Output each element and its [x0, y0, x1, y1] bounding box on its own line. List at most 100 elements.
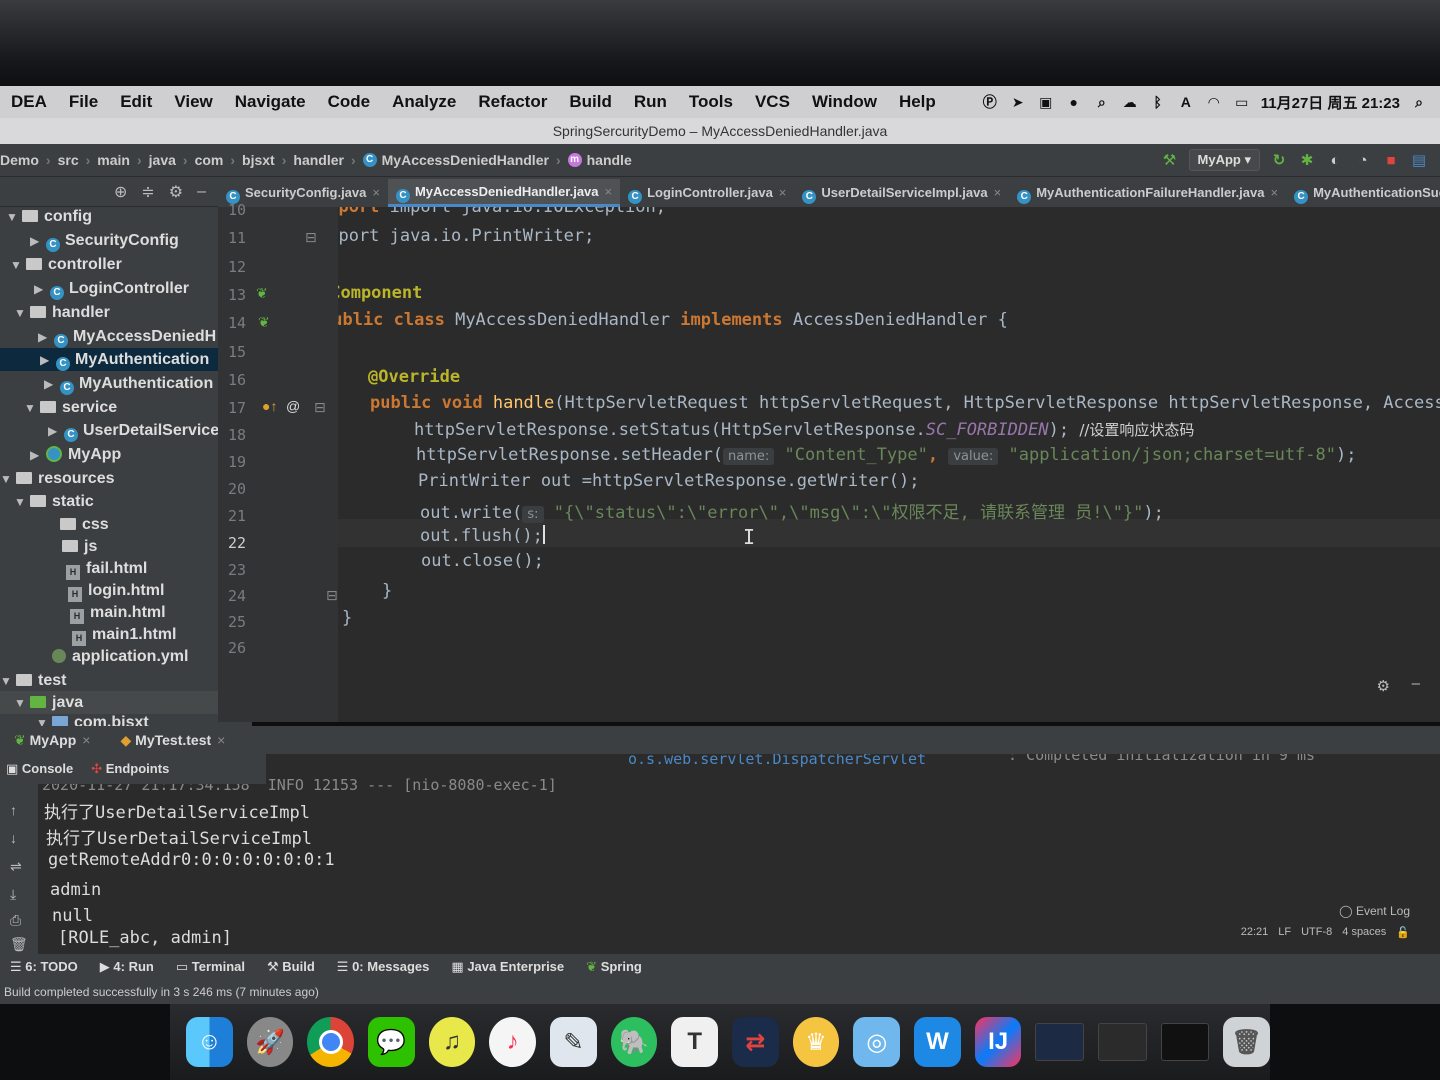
breadcrumb-main[interactable]: main [97, 152, 130, 168]
breadcrumb-src[interactable]: src [58, 152, 79, 168]
locate-icon[interactable]: ⊕ [114, 182, 127, 202]
menu-tools[interactable]: Tools [678, 92, 744, 112]
collapse-icon[interactable]: ≑ [141, 182, 154, 202]
tool-spring[interactable]: ❦ Spring [586, 959, 642, 975]
spring-bean-icon[interactable]: ❦ [256, 285, 268, 302]
code-line-11[interactable]: import java.io.PrintWriter; [338, 226, 594, 246]
tree-node-application-yml[interactable]: application.yml [52, 645, 188, 668]
cloud-icon[interactable]: ☁ [1121, 94, 1139, 110]
wifi-icon[interactable]: ◠ [1205, 94, 1223, 110]
chevron-right-icon[interactable]: ▶ [38, 326, 54, 349]
menu-run[interactable]: Run [623, 92, 678, 112]
menu-navigate[interactable]: Navigate [224, 92, 317, 112]
browser-app-icon[interactable]: ◎ [853, 1017, 901, 1067]
tree-node-userdetailservice[interactable]: ▶ C UserDetailService [48, 419, 219, 442]
chevron-down-icon[interactable]: ▼ [14, 491, 30, 514]
menu-analyze[interactable]: Analyze [381, 92, 467, 112]
chevron-down-icon[interactable]: ▼ [24, 397, 40, 420]
breadcrumb-method[interactable]: handle [587, 152, 632, 168]
run-configuration-select[interactable]: MyApp ▾ [1188, 149, 1260, 171]
indent-setting[interactable]: 4 spaces [1342, 926, 1386, 939]
tab-userdetailserviceimpl[interactable]: C UserDetailServiceImpl.java × [794, 179, 1009, 207]
tree-node-main-html[interactable]: Hmain.html [70, 601, 166, 624]
rerun-icon[interactable]: ↻ [1270, 151, 1288, 169]
tab-myauthenticationsuccess[interactable]: C MyAuthenticationSucc [1286, 179, 1440, 207]
notes-icon[interactable]: ✎ [550, 1017, 597, 1067]
console-output[interactable]: 2020-11-27 21:17:34.158 INFO 12153 --- [… [38, 754, 1440, 954]
coverage-icon[interactable]: ◐ [1326, 152, 1344, 169]
tab-myaccessdeniedhandler[interactable]: C MyAccessDeniedHandler.java × [387, 179, 621, 207]
breadcrumb-java[interactable]: java [149, 152, 176, 168]
code-line-25[interactable]: } [342, 608, 352, 628]
trash-icon[interactable]: 🗑 [10, 936, 28, 953]
window-thumbnail[interactable] [1098, 1023, 1147, 1061]
chevron-down-icon[interactable]: ▼ [14, 692, 30, 715]
chevron-right-icon[interactable]: ▶ [40, 349, 56, 372]
fold-icon[interactable]: ⊟ [314, 399, 326, 416]
run-tab-myapp[interactable]: ❦ MyApp × [14, 732, 90, 749]
tree-node-myaccessdeniedhandler[interactable]: ▶ C MyAccessDeniedH [38, 325, 216, 348]
arrow-down-icon[interactable]: ↓ [10, 830, 17, 846]
chevron-down-icon[interactable]: ▼ [0, 468, 16, 491]
tool-todo[interactable]: ☰ 6: TODO [10, 959, 78, 975]
chat-icon[interactable]: ● [1065, 94, 1083, 110]
chevron-right-icon[interactable]: ▶ [30, 230, 46, 253]
line-number[interactable]: 11 [228, 229, 268, 247]
window-thumbnail[interactable] [1035, 1023, 1085, 1061]
breadcrumb-class[interactable]: MyAccessDeniedHandler [382, 152, 549, 168]
line-number[interactable]: 21 [228, 507, 268, 525]
teamviewer-icon[interactable]: ⇄ [732, 1017, 779, 1067]
caret-position[interactable]: 22:21 [1241, 926, 1269, 939]
wechat-icon[interactable]: 💬 [368, 1017, 415, 1067]
fold-icon[interactable]: ⊟ [326, 587, 338, 604]
breadcrumb-bjsxt[interactable]: bjsxt [242, 152, 275, 168]
chrome-icon[interactable] [307, 1017, 355, 1067]
menu-build[interactable]: Build [558, 92, 623, 112]
line-number[interactable]: 23 [228, 561, 268, 579]
code-editor[interactable]: import import java.io.IOException; impor… [338, 207, 1440, 722]
lock-icon[interactable]: 🔓 [1396, 926, 1410, 939]
wrap-icon[interactable]: ⇌ [10, 858, 22, 875]
intellij-idea-icon[interactable]: IJ [974, 1017, 1022, 1067]
line-number[interactable]: 15 [228, 343, 268, 361]
menu-view[interactable]: View [163, 92, 223, 112]
annotation-icon[interactable]: @ [286, 398, 300, 414]
line-number[interactable]: 12 [228, 258, 268, 276]
chevron-right-icon[interactable]: ▶ [44, 373, 60, 396]
console-tab[interactable]: ▣ Console [6, 761, 73, 777]
window-thumbnail[interactable] [1160, 1023, 1210, 1061]
line-number[interactable]: 19 [228, 453, 268, 471]
code-line-23[interactable]: out.close(); [421, 551, 544, 571]
wps-icon[interactable]: W [914, 1017, 961, 1067]
bluetooth-icon[interactable]: ᛒ [1149, 94, 1167, 110]
chevron-down-icon[interactable]: ▼ [0, 670, 16, 693]
menu-vcs[interactable]: VCS [744, 92, 801, 112]
code-line-22[interactable]: out.flush(); [420, 525, 545, 546]
code-line-24[interactable]: } [382, 581, 392, 601]
line-number-current[interactable]: 22 [228, 534, 268, 552]
line-number[interactable]: 18 [228, 426, 268, 444]
spotlight-icon[interactable]: ⌕ [1410, 94, 1428, 110]
code-line-16[interactable]: @Override [368, 367, 460, 387]
p-icon[interactable]: Ⓟ [981, 94, 999, 110]
tree-node-js[interactable]: js [62, 535, 97, 558]
typora-icon[interactable]: T [671, 1017, 719, 1067]
chevron-right-icon[interactable]: ▶ [34, 278, 50, 301]
gear-icon[interactable]: ⚙ [169, 182, 183, 202]
tree-node-myauthentication[interactable]: ▶ C MyAuthentication [44, 372, 213, 395]
battery-icon[interactable]: ▭ [1233, 94, 1251, 110]
datetime[interactable]: 11月27日 周五 21:23 [1261, 92, 1400, 113]
tab-logincontroller[interactable]: C LoginController.java × [620, 179, 794, 207]
menu-file[interactable]: File [58, 92, 109, 112]
tree-node-login-html[interactable]: Hlogin.html [68, 579, 164, 602]
spring-bean-icon[interactable]: ❦ [258, 314, 270, 331]
menu-help[interactable]: Help [888, 92, 947, 112]
run-tab-mytest[interactable]: ◆ MyTest.test × [120, 732, 225, 749]
close-icon[interactable]: × [779, 185, 787, 200]
launchpad-icon[interactable]: 🚀 [246, 1017, 294, 1067]
tree-node-securityconfig[interactable]: ▶ C SecurityConfig [30, 229, 179, 252]
tree-node-test[interactable]: ▼ test [0, 669, 66, 692]
menu-refactor[interactable]: Refactor [467, 92, 558, 112]
profile-icon[interactable]: ◔ [1354, 152, 1372, 169]
event-log[interactable]: ◯ Event Log [1339, 904, 1410, 918]
